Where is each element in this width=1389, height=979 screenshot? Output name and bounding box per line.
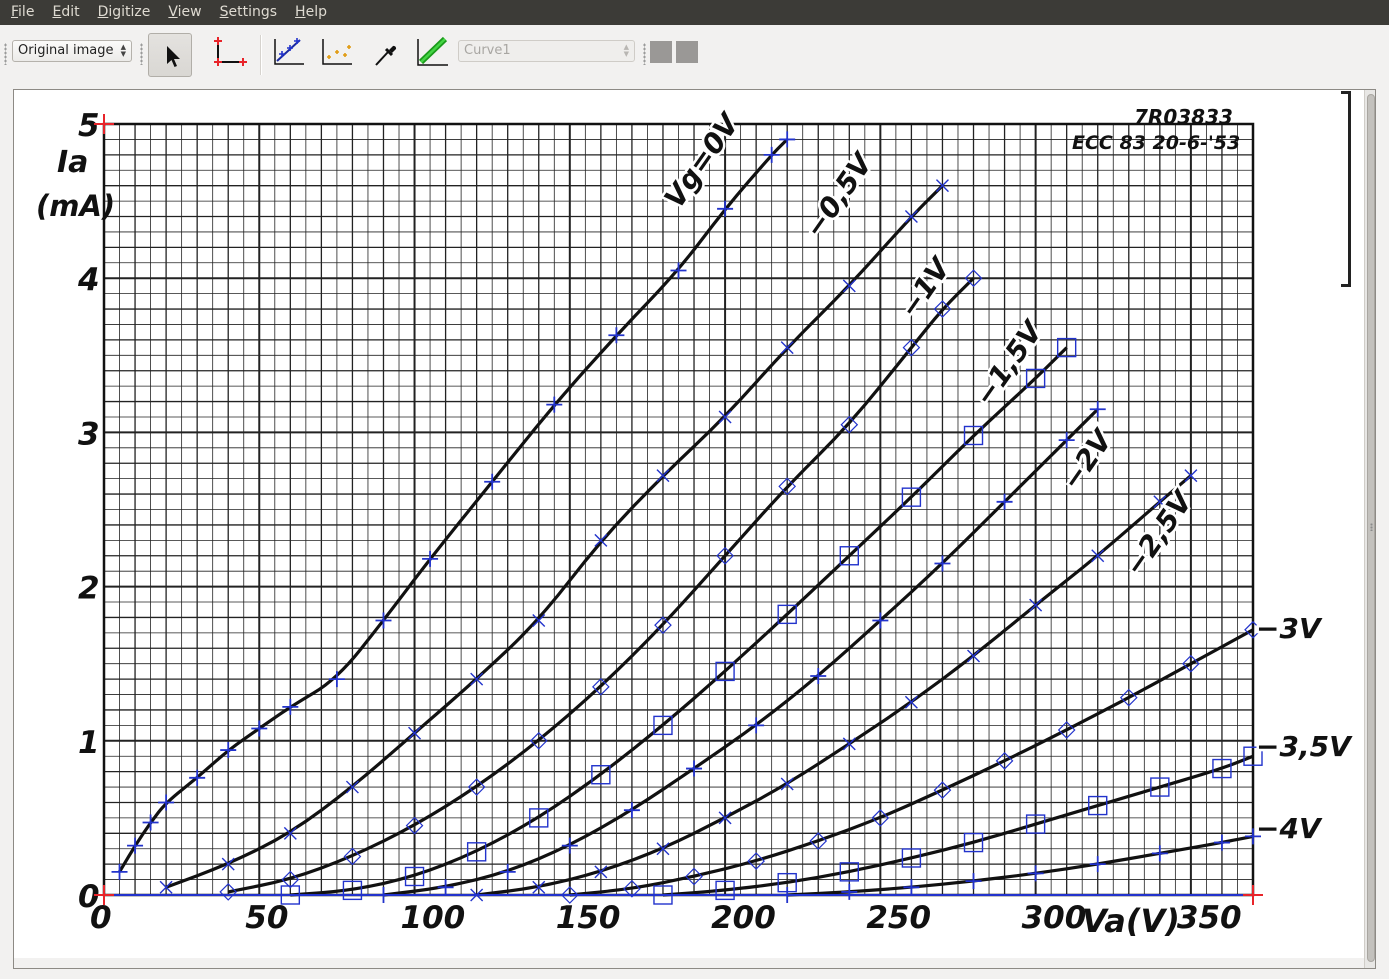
y-axis-label: Ia	[57, 145, 88, 180]
axis-points-icon	[214, 37, 247, 66]
toolbar: Original image ▲ ▼ Curve1 ▲ ▼	[0, 25, 1389, 85]
x-axis-label: Va(V)	[1082, 902, 1180, 940]
curve-select[interactable]: Curve1 ▲ ▼	[458, 40, 635, 62]
menu-file[interactable]: File	[0, 0, 42, 25]
x-tick-label: 100	[401, 900, 466, 936]
menu-settings[interactable]: Settings	[210, 0, 285, 25]
curve-point-plus[interactable]	[1213, 834, 1230, 851]
segment-fill-tool-button[interactable]	[412, 33, 456, 77]
curve-point-plus[interactable]	[965, 873, 982, 890]
curve-point-plus[interactable]	[111, 863, 128, 880]
y-tick-label: 2	[78, 571, 100, 607]
curve-points-tool-button[interactable]	[268, 33, 312, 77]
curve-point-plus[interactable]	[437, 879, 454, 896]
curve-point-plus[interactable]	[903, 879, 920, 896]
y-tick-label: 3	[78, 416, 100, 452]
toolbar-separator	[260, 35, 262, 75]
y-tick-label: 0	[78, 879, 100, 915]
digitizer-canvas[interactable]: 7R03833 ECC 83 20-6-'53 Ia (mA) Va(V) 0 …	[13, 89, 1376, 969]
point-match-tool-button[interactable]	[316, 33, 360, 77]
axis-point-marker[interactable]	[1243, 885, 1263, 905]
y-tick-label: 1	[78, 725, 100, 761]
x-tick-labels: 0 50 100 150 200 250 300 350	[90, 900, 1242, 936]
select-tool-button[interactable]	[148, 33, 192, 77]
scroll-grip-icon	[1370, 523, 1373, 531]
stamp-tube-date: ECC 83 20-6-'53	[1072, 132, 1240, 154]
vertical-scrollbar-thumb[interactable]	[1367, 94, 1375, 962]
menu-digitize[interactable]: Digitize	[88, 0, 159, 25]
curve-point-plus[interactable]	[1027, 865, 1044, 882]
menubar: File Edit Digitize View Settings Help	[0, 0, 1389, 25]
curve-point-plus[interactable]	[1151, 845, 1168, 862]
curve-label-vg-3-5: −3,5V	[1256, 730, 1353, 763]
axis-points-tool-button[interactable]	[206, 33, 250, 77]
curve-label-vg-3: −3V	[1256, 612, 1323, 645]
curve-line	[118, 138, 789, 873]
spin-arrows-icon: ▲ ▼	[623, 43, 629, 58]
curve-label-vg-0-5: −0,5V	[798, 146, 881, 244]
curve-point-plus[interactable]	[1089, 856, 1106, 873]
color-picker-tool-button[interactable]	[364, 33, 408, 77]
x-tick-label: 50	[245, 900, 288, 936]
x-tick-label: 200	[711, 900, 776, 936]
y-tick-labels: 0 1 2 3 4 5	[77, 108, 100, 915]
x-tick-label: 150	[556, 900, 621, 936]
view-select-value: Original image	[18, 43, 114, 58]
point-match-icon	[322, 39, 352, 65]
graph-image[interactable]: 7R03833 ECC 83 20-6-'53 Ia (mA) Va(V) 0 …	[14, 90, 1356, 960]
view-thumbnail-button-2[interactable]	[676, 41, 698, 63]
toolbar-grip[interactable]	[643, 43, 646, 65]
x-tick-label: 300	[1022, 900, 1087, 936]
cursor-arrow-icon	[167, 46, 180, 67]
curve-points-icon	[274, 38, 304, 65]
segment-fill-icon	[417, 36, 448, 66]
view-thumbnail-button[interactable]	[650, 41, 672, 63]
curve-point-plus[interactable]	[841, 883, 858, 900]
curve-label-vg-1-5: −1,5V	[968, 314, 1051, 412]
menu-edit[interactable]: Edit	[42, 0, 87, 25]
menu-help[interactable]: Help	[285, 0, 335, 25]
vertical-scrollbar[interactable]	[1364, 90, 1375, 968]
y-axis-unit: (mA)	[36, 189, 115, 223]
toolbar-grip[interactable]	[4, 43, 7, 65]
curve-label-vg-2-5: −2,5V	[1118, 484, 1201, 582]
menu-view[interactable]: View	[158, 0, 209, 25]
y-tick-label: 5	[78, 108, 100, 144]
eyedropper-icon	[375, 45, 397, 66]
spin-arrows-icon: ▲ ▼	[120, 43, 126, 58]
horizontal-scrollbar[interactable]	[14, 958, 1364, 968]
curve-point-plus[interactable]	[328, 671, 345, 688]
x-tick-label: 350	[1177, 900, 1242, 936]
curve-select-value: Curve1	[464, 43, 511, 58]
toolbar-grip[interactable]	[140, 43, 143, 65]
scan-edge-mark	[1341, 91, 1351, 287]
x-tick-label: 250	[866, 900, 931, 936]
stamp-serial: 7R03833	[1134, 105, 1233, 129]
y-tick-label: 4	[77, 262, 100, 298]
curve-label-vg-4: −4V	[1256, 812, 1323, 845]
view-select[interactable]: Original image ▲ ▼	[12, 40, 132, 62]
curve-label-vg-1: −1V	[893, 250, 958, 324]
curve-point-plus[interactable]	[499, 863, 516, 880]
curves-layer	[118, 138, 1254, 897]
